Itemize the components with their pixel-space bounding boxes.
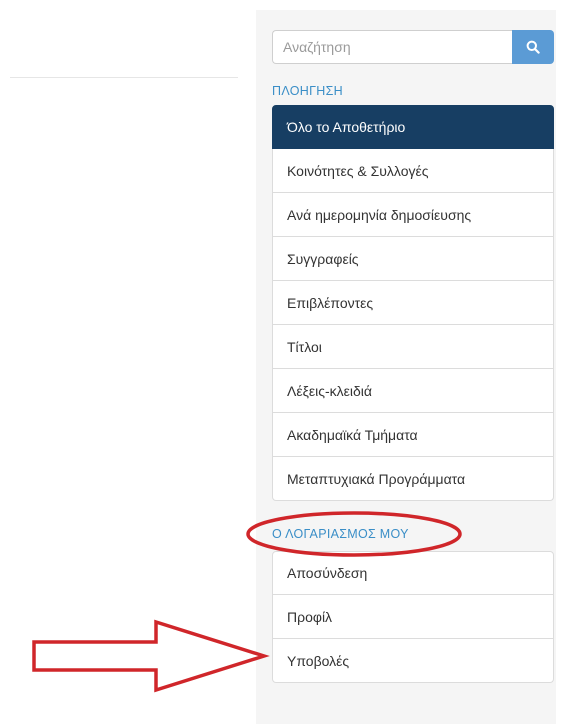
nav-item-whole-repository[interactable]: Όλο το Αποθετήριο [272,105,554,149]
nav-item-by-publication-date[interactable]: Ανά ημερομηνία δημοσίευσης [272,193,554,237]
content-divider [10,77,238,78]
nav-item-academic-departments[interactable]: Ακαδημαϊκά Τμήματα [272,413,554,457]
nav-item-profile[interactable]: Προφίλ [272,595,554,639]
nav-item-keywords[interactable]: Λέξεις-κλειδιά [272,369,554,413]
nav-item-communities-collections[interactable]: Κοινότητες & Συλλογές [272,149,554,193]
navigation-header: ΠΛΟΗΓΗΣΗ [272,84,343,98]
nav-item-submissions[interactable]: Υποβολές [272,639,554,683]
search-icon [526,40,540,54]
nav-item-titles[interactable]: Τίτλοι [272,325,554,369]
annotation-ellipse [246,511,462,557]
search-input[interactable] [272,30,512,64]
nav-item-postgraduate-programs[interactable]: Μεταπτυχιακά Προγράμματα [272,457,554,501]
nav-item-authors[interactable]: Συγγραφείς [272,237,554,281]
navigation-list: Όλο το Αποθετήριο Κοινότητες & Συλλογές … [272,105,554,501]
search-button[interactable] [512,30,554,64]
account-list: Αποσύνδεση Προφίλ Υποβολές [272,551,554,683]
search-bar [272,30,554,64]
annotation-arrow [32,619,270,693]
nav-item-supervisors[interactable]: Επιβλέποντες [272,281,554,325]
